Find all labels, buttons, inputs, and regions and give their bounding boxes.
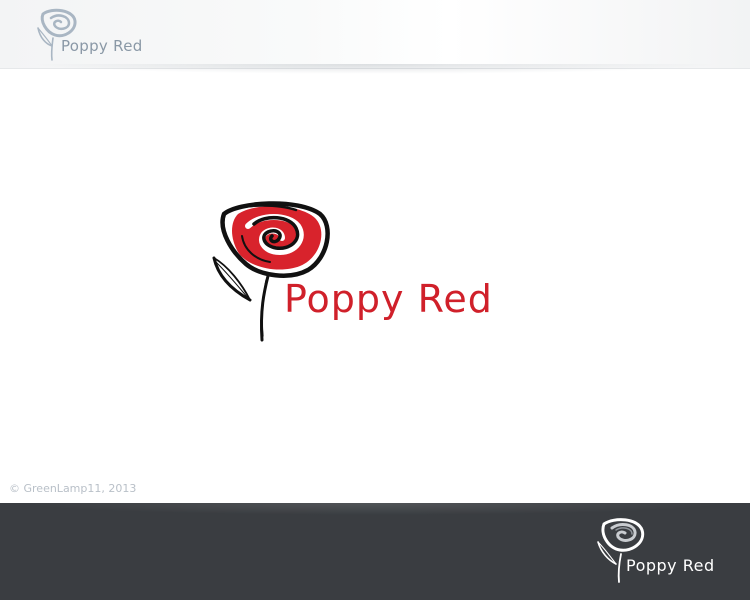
poppy-flower-icon — [597, 518, 645, 583]
copyright-text: GreenLamp11, 2013 — [23, 482, 137, 495]
poppy-flower-icon — [37, 8, 77, 61]
logo-dark-variant: Poppy Red — [594, 518, 734, 586]
brand-name-dark: Poppy Red — [626, 556, 715, 575]
copyright-notice: © GreenLamp11, 2013 — [9, 482, 136, 495]
poppy-flower-icon — [212, 201, 330, 342]
brand-name-light: Poppy Red — [61, 37, 143, 55]
brand-name-main: Poppy Red — [284, 277, 493, 321]
logo-main: Poppy Red — [208, 200, 508, 345]
top-band-shadow — [30, 64, 720, 74]
copyright-icon: © — [9, 482, 20, 495]
bottom-band-highlight — [20, 503, 730, 515]
logo-light-variant: Poppy Red — [34, 8, 154, 64]
